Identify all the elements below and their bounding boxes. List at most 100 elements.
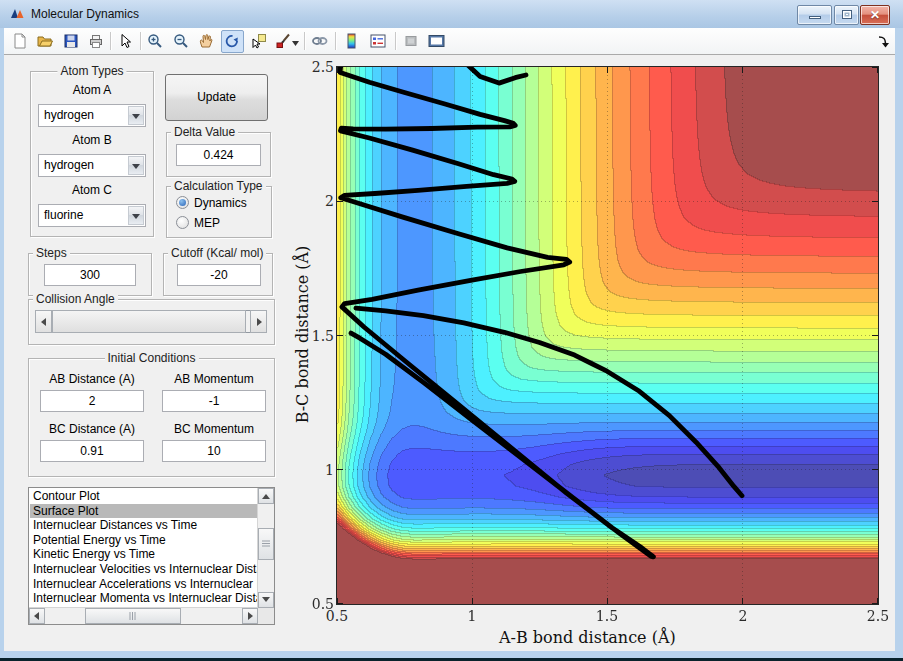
zoom-out-icon[interactable] xyxy=(173,33,190,50)
brush-dropdown-icon[interactable] xyxy=(292,37,309,54)
link-plot-icon[interactable] xyxy=(311,33,328,50)
restore-button[interactable] xyxy=(834,5,859,25)
scrollbar-corner xyxy=(258,608,274,624)
scroll-up-button[interactable] xyxy=(258,488,274,504)
save-figure-icon[interactable] xyxy=(63,33,80,50)
list-item[interactable]: Potential Energy vs Time xyxy=(30,533,257,548)
close-button[interactable]: ✕ xyxy=(860,5,890,25)
scroll-thumb[interactable] xyxy=(258,528,274,560)
insert-colorbar-icon[interactable] xyxy=(344,33,361,50)
app-window: Molecular Dynamics ✕ xyxy=(0,0,903,661)
left-arrow-icon xyxy=(41,318,46,326)
show-plot-tools-icon[interactable] xyxy=(428,33,445,50)
window-title: Molecular Dynamics xyxy=(31,7,139,21)
chevron-down-icon[interactable] xyxy=(128,106,144,125)
x-tick-label: 2 xyxy=(723,608,763,624)
ab-momentum-label: AB Momentum xyxy=(162,372,266,386)
open-file-icon[interactable] xyxy=(37,33,54,50)
dock-figure-icon[interactable] xyxy=(876,34,892,50)
dynamics-radio[interactable] xyxy=(176,196,189,209)
new-figure-icon[interactable] xyxy=(12,33,29,50)
print-figure-icon[interactable] xyxy=(88,33,105,50)
ab-distance-field[interactable]: 2 xyxy=(40,390,144,412)
scroll-right-button[interactable] xyxy=(242,608,258,624)
atom-c-label: Atom C xyxy=(30,183,154,197)
atom-types-title: Atom Types xyxy=(57,64,126,78)
minimize-icon xyxy=(809,16,821,19)
x-tick-label: 1 xyxy=(452,608,492,624)
bc-distance-field[interactable]: 0.91 xyxy=(40,440,144,462)
figure-toolbar xyxy=(4,28,895,55)
list-item[interactable]: Contour Plot xyxy=(30,489,257,504)
zoom-in-icon[interactable] xyxy=(147,33,164,50)
hide-plot-tools-icon[interactable] xyxy=(403,33,420,50)
scroll-thumb[interactable] xyxy=(85,608,181,624)
scroll-down-button[interactable] xyxy=(258,592,274,608)
minimize-button[interactable] xyxy=(797,5,832,25)
x-tick-label: 1.5 xyxy=(587,608,627,624)
atom-b-value: hydrogen xyxy=(44,158,94,172)
y-tick-label: 2 xyxy=(308,193,334,209)
slider-left-arrow[interactable] xyxy=(35,310,52,333)
atom-a-value: hydrogen xyxy=(44,108,94,122)
plot-type-listbox[interactable]: Contour Plot Surface Plot Internuclear D… xyxy=(28,487,275,625)
scroll-left-button[interactable] xyxy=(29,608,45,624)
titlebar[interactable]: Molecular Dynamics ✕ xyxy=(0,0,903,28)
slider-right-arrow[interactable] xyxy=(250,310,267,333)
rotate-3d-icon[interactable] xyxy=(224,34,241,51)
cutoff-title: Cutoff (Kcal/ mol) xyxy=(168,246,266,260)
list-item[interactable]: Internuclear Distances vs Time xyxy=(30,518,257,533)
list-item[interactable]: Kinetic Energy vs Time xyxy=(30,547,257,562)
collision-angle-slider[interactable] xyxy=(35,310,267,333)
mep-label: MEP xyxy=(194,216,220,230)
atom-a-label: Atom A xyxy=(30,83,154,97)
list-item[interactable]: Surface Plot xyxy=(30,504,257,519)
atom-a-dropdown[interactable]: hydrogen xyxy=(38,104,146,127)
toolbar-separator xyxy=(335,32,336,50)
dynamics-label: Dynamics xyxy=(194,196,247,210)
left-arrow-icon xyxy=(34,612,39,620)
calculation-type-title: Calculation Type xyxy=(171,179,266,193)
cutoff-field[interactable]: -20 xyxy=(177,264,261,286)
steps-field[interactable]: 300 xyxy=(44,264,136,286)
down-arrow-icon xyxy=(262,597,270,602)
pan-icon[interactable] xyxy=(198,33,215,50)
chevron-down-icon[interactable] xyxy=(128,156,144,175)
close-icon: ✕ xyxy=(861,8,889,22)
delta-value-title: Delta Value xyxy=(171,125,238,139)
delta-value-field[interactable]: 0.424 xyxy=(176,144,261,166)
right-arrow-icon xyxy=(248,612,253,620)
calculation-type-panel: Calculation Type xyxy=(166,186,272,238)
brush-data-icon[interactable] xyxy=(275,33,292,50)
x-axis-label: A-B bond distance (Å) xyxy=(499,628,676,647)
chevron-down-icon[interactable] xyxy=(128,206,144,225)
list-item[interactable]: Internuclear Accelerations vs Internucle… xyxy=(30,577,257,592)
bc-momentum-field[interactable]: 10 xyxy=(162,440,266,462)
contour-plot[interactable] xyxy=(336,66,879,605)
y-tick-label: 1 xyxy=(308,462,334,478)
list-item[interactable]: Internuclear Momenta vs Internuclear Dis… xyxy=(30,591,257,606)
toolbar-separator xyxy=(395,32,396,50)
mep-radio[interactable] xyxy=(176,216,189,229)
edit-plot-icon[interactable] xyxy=(117,33,134,50)
horizontal-scrollbar[interactable] xyxy=(29,607,258,624)
vertical-scrollbar[interactable] xyxy=(257,488,274,608)
slider-thumb[interactable] xyxy=(52,310,246,333)
ab-momentum-field[interactable]: -1 xyxy=(162,390,266,412)
steps-title: Steps xyxy=(33,246,70,260)
restore-icon xyxy=(842,10,852,19)
atom-b-dropdown[interactable]: hydrogen xyxy=(38,154,146,177)
trajectory-line xyxy=(337,67,878,604)
right-arrow-icon xyxy=(257,318,262,326)
toolbar-separator xyxy=(110,32,111,50)
plot-type-list: Contour Plot Surface Plot Internuclear D… xyxy=(30,489,257,607)
y-axis-label: B-C bond distance (Å) xyxy=(293,246,312,424)
atom-c-dropdown[interactable]: fluorine xyxy=(38,204,146,227)
list-item[interactable]: Internuclear Velocities vs Internuclear … xyxy=(30,562,257,577)
data-cursor-icon[interactable] xyxy=(251,33,268,50)
insert-legend-icon[interactable] xyxy=(370,33,387,50)
ab-distance-label: AB Distance (A) xyxy=(40,372,144,386)
atom-b-label: Atom B xyxy=(30,133,154,147)
bc-momentum-label: BC Momentum xyxy=(162,422,266,436)
update-button[interactable]: Update xyxy=(165,74,268,121)
